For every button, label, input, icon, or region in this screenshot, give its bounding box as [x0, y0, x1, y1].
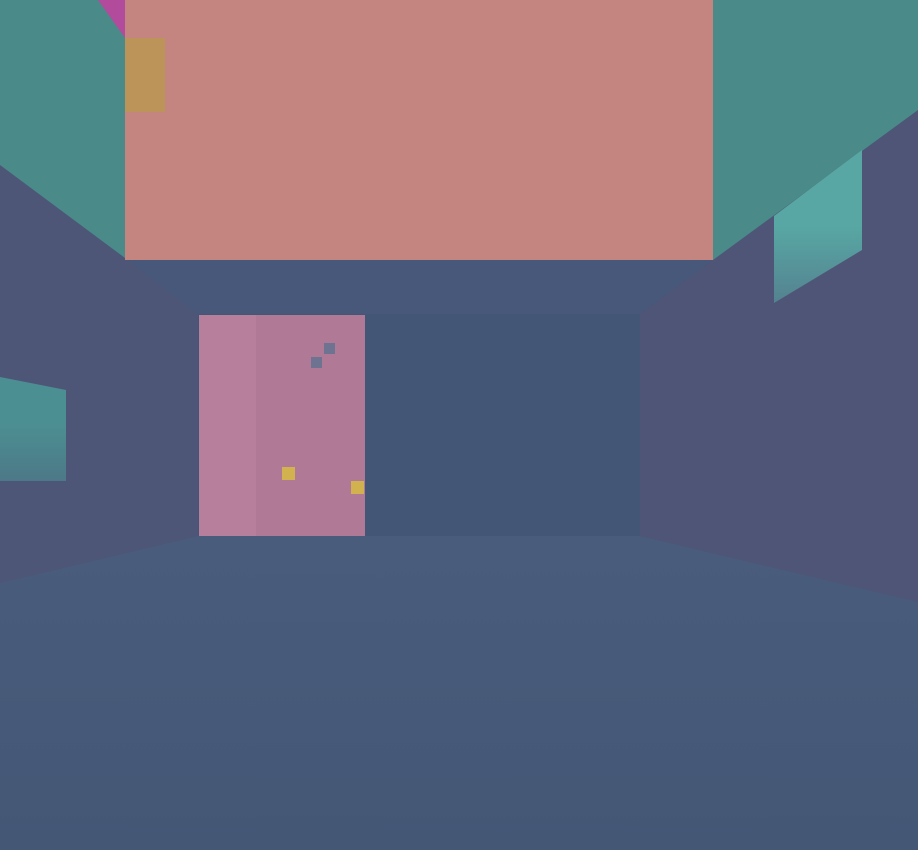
- floor: [0, 536, 918, 850]
- yellow-marker[interactable]: [351, 481, 364, 494]
- ceiling-strip: [125, 258, 713, 314]
- gold-accent: [125, 38, 165, 112]
- yellow-marker[interactable]: [282, 467, 295, 480]
- left-window: [0, 377, 66, 481]
- ceiling-panel: [125, 0, 713, 260]
- doorway-inner-shade: [199, 315, 256, 536]
- game-viewport[interactable]: [0, 0, 918, 850]
- gray-marker: [324, 343, 335, 354]
- gray-marker: [311, 357, 322, 368]
- scene-render: [0, 0, 918, 850]
